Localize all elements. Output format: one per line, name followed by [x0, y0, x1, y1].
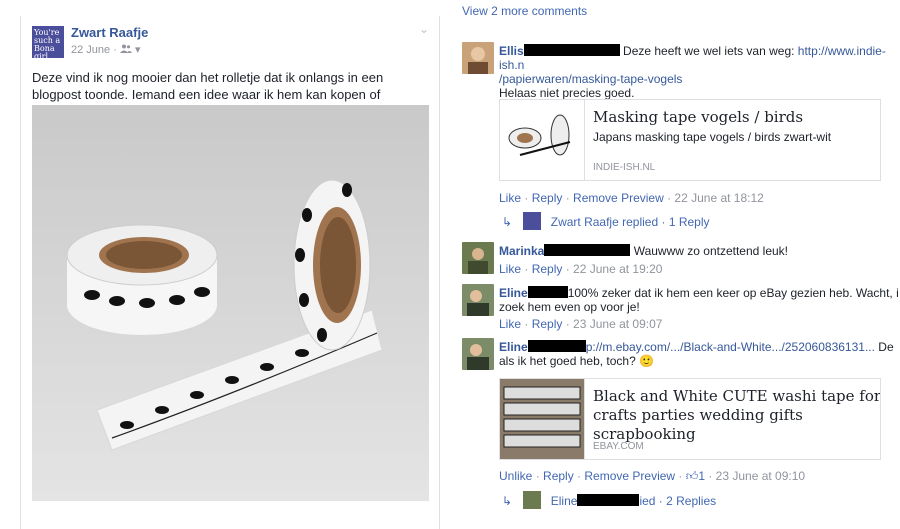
- link-preview-card[interactable]: Black and White CUTE washi tape for craf…: [499, 378, 881, 460]
- redaction-bar: [577, 494, 640, 506]
- commenter-avatar[interactable]: [462, 42, 494, 74]
- commenter-avatar[interactable]: [462, 242, 494, 274]
- comment-actions: Like · Reply · Remove Preview · 22 June …: [499, 191, 764, 205]
- comment-2: Marinka Wauwww zo ontzettend leuk!: [499, 244, 788, 258]
- comment-text: Deze heeft we wel iets van weg:: [623, 44, 798, 58]
- commenter-avatar[interactable]: [462, 338, 494, 370]
- preview-thumbnail: [500, 100, 585, 180]
- post-meta: 22 June · ▾: [71, 44, 141, 56]
- comment-1: Ellis Deze heeft we wel iets van weg: ht…: [499, 44, 900, 100]
- like-button[interactable]: Like: [499, 191, 521, 205]
- like-button[interactable]: Like: [499, 262, 521, 276]
- reply-author[interactable]: Zwart Raafje: [551, 215, 619, 229]
- like-count[interactable]: 1: [698, 469, 705, 483]
- remove-preview-button[interactable]: Remove Preview: [584, 469, 675, 483]
- preview-description: Japans masking tape vogels / birds zwart…: [593, 130, 832, 144]
- post-options-chevron-icon[interactable]: ⌄: [419, 22, 429, 36]
- comment-timestamp[interactable]: 22 June at 18:12: [674, 191, 763, 205]
- comment-text-line: als ik het goed heb, toch? 🙂: [499, 354, 655, 368]
- link-preview-card[interactable]: Masking tape vogels / birds Japans maski…: [499, 99, 881, 181]
- reply-thread-link[interactable]: ↳ Eline ied · 2 Replies: [502, 491, 716, 509]
- thumbs-up-icon[interactable]: 👍︎: [686, 469, 699, 483]
- reply-button[interactable]: Reply: [532, 191, 563, 205]
- comment-3: Eline 100% zeker dat ik hem een keer op e…: [499, 286, 900, 314]
- comment-text: 100% zeker dat ik hem een keer op eBay g…: [567, 286, 899, 300]
- redaction-bar: [527, 286, 568, 298]
- comment-actions: Unlike · Reply · Remove Preview · 👍︎1 · …: [499, 469, 806, 483]
- redaction-bar: [527, 340, 586, 352]
- comment-link-cont[interactable]: /papierwaren/masking-tape-vogels: [499, 72, 682, 86]
- reply-arrow-icon: ↳: [502, 494, 513, 508]
- post-date[interactable]: 22 June: [71, 44, 110, 56]
- reply-summary[interactable]: ied · 2 Replies: [639, 494, 716, 508]
- post-author[interactable]: Zwart Raafje: [71, 25, 148, 40]
- unlike-button[interactable]: Unlike: [499, 469, 532, 483]
- post-card: You're such a Bona girl. Zwart Raafje 22…: [20, 16, 440, 529]
- author-avatar[interactable]: You're such a Bona girl.: [32, 26, 64, 58]
- commenter-name[interactable]: Ellis: [499, 44, 524, 58]
- comment-text-line: zoek hem even op voor je!: [499, 300, 640, 314]
- like-button[interactable]: Like: [499, 317, 521, 331]
- comments-panel: View 2 more comments Ellis Deze heeft we…: [462, 0, 900, 529]
- reply-button[interactable]: Reply: [532, 262, 563, 276]
- preview-source: EBAY.COM: [593, 441, 644, 452]
- reply-arrow-icon: ↳: [502, 215, 513, 229]
- comment-text: De: [874, 340, 894, 354]
- comment-link[interactable]: p://m.ebay.com/.../Black-and-White.../25…: [586, 340, 875, 354]
- preview-title: Masking tape vogels / birds: [593, 108, 804, 126]
- comment-actions: Like · Reply · 23 June at 09:07: [499, 317, 663, 331]
- commenter-name[interactable]: Marinka: [499, 244, 544, 258]
- comment-text: Wauwww zo ontzettend leuk!: [633, 244, 788, 258]
- redaction-bar: [523, 44, 620, 56]
- preview-thumbnail: [500, 379, 585, 459]
- comment-text-line: Helaas niet precies goed.: [499, 86, 635, 100]
- comment-actions: Like · Reply · 22 June at 19:20: [499, 262, 663, 276]
- reply-button[interactable]: Reply: [532, 317, 563, 331]
- reply-avatar: [523, 491, 542, 509]
- comment-timestamp[interactable]: 22 June at 19:20: [573, 262, 662, 276]
- commenter-avatar[interactable]: [462, 284, 494, 316]
- comment-timestamp[interactable]: 23 June at 09:07: [573, 317, 662, 331]
- redaction-bar: [544, 244, 631, 256]
- reply-avatar: [523, 212, 542, 230]
- post-photo[interactable]: [32, 105, 429, 501]
- commenter-name[interactable]: Eline: [499, 340, 528, 354]
- reply-author[interactable]: Eline: [551, 494, 578, 508]
- preview-source: INDIE-ISH.NL: [593, 162, 656, 173]
- friends-icon[interactable]: [119, 44, 135, 56]
- preview-title: Black and White CUTE washi tape for craf…: [593, 387, 881, 443]
- reply-thread-link[interactable]: ↳ Zwart Raafje replied · 1 Reply: [502, 212, 710, 230]
- comment-timestamp[interactable]: 23 June at 09:10: [716, 469, 805, 483]
- chevron-down-icon[interactable]: ▾: [135, 44, 141, 56]
- remove-preview-button[interactable]: Remove Preview: [573, 191, 664, 205]
- comment-4: Eline p://m.ebay.com/.../Black-and-White.…: [499, 340, 900, 368]
- reply-summary[interactable]: replied · 1 Reply: [622, 215, 709, 229]
- commenter-name[interactable]: Eline: [499, 286, 528, 300]
- reply-button[interactable]: Reply: [543, 469, 574, 483]
- view-more-comments-link[interactable]: View 2 more comments: [462, 4, 587, 18]
